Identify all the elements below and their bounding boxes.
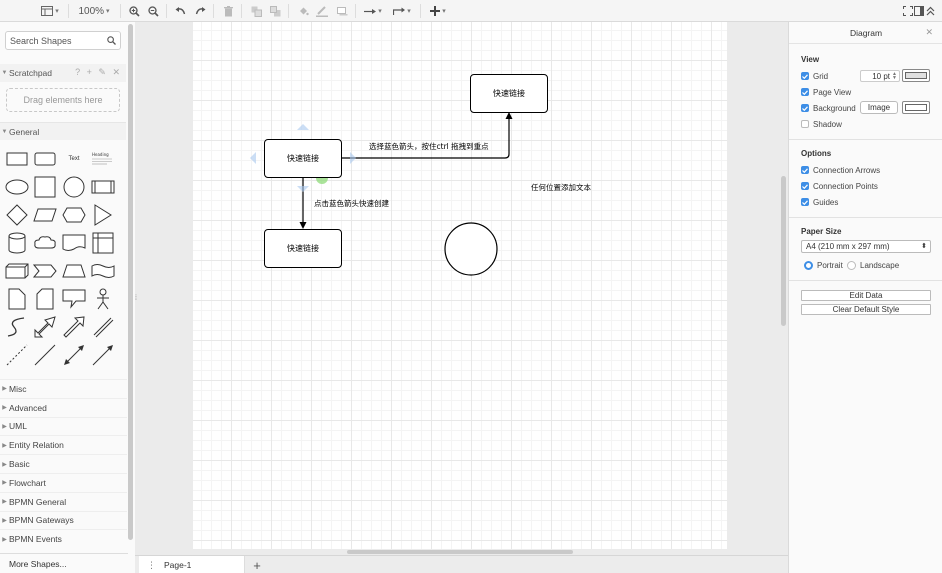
node-label: 快速链接 xyxy=(287,244,319,253)
format-panel: Diagram ✕ View Grid 10 pt ▲ ▼ Page View B… xyxy=(788,22,942,573)
hover-arrow-right-icon[interactable] xyxy=(350,152,356,164)
portrait-option[interactable]: Portrait xyxy=(804,259,843,271)
paper-size-value: A4 (210 mm x 297 mm) xyxy=(806,242,890,251)
edit-data-button[interactable]: Edit Data xyxy=(801,290,931,301)
clear-default-style-button[interactable]: Clear Default Style xyxy=(801,304,931,315)
connection-points-label: Connection Points xyxy=(813,181,878,191)
portrait-label: Portrait xyxy=(817,260,843,270)
landscape-radio[interactable] xyxy=(847,260,856,270)
connection-arrows-option[interactable]: Connection Arrows xyxy=(801,164,880,176)
node-quick-link-selected[interactable]: 快速链接 xyxy=(264,139,342,178)
grid-size-input[interactable]: 10 pt ▲ ▼ xyxy=(860,70,900,82)
hover-arrow-up-icon[interactable] xyxy=(297,124,309,130)
grid-color-swatch[interactable] xyxy=(902,69,930,82)
guides-option[interactable]: Guides xyxy=(801,196,838,208)
shadow-option[interactable]: Shadow xyxy=(801,118,842,130)
options-heading: Options xyxy=(801,149,832,158)
portrait-radio[interactable] xyxy=(804,260,813,270)
page-view-option[interactable]: Page View xyxy=(801,86,851,98)
hover-arrow-left-icon[interactable] xyxy=(250,152,256,164)
connection-points-checkbox[interactable] xyxy=(801,182,809,190)
landscape-option[interactable]: Landscape xyxy=(847,259,899,271)
page-tab-1[interactable]: ⋮ Page-1 xyxy=(139,556,245,573)
paper-size-select[interactable]: A4 (210 mm x 297 mm) ⬍ xyxy=(801,240,931,253)
select-arrows-icon: ⬍ xyxy=(921,243,927,250)
guides-checkbox[interactable] xyxy=(801,198,809,206)
background-color-swatch[interactable] xyxy=(902,101,930,114)
circle-node[interactable] xyxy=(444,222,498,276)
page-tab-label: Page-1 xyxy=(164,560,192,570)
grid-checkbox[interactable] xyxy=(801,72,809,80)
guides-label: Guides xyxy=(813,197,839,207)
connection-arrows-checkbox[interactable] xyxy=(801,166,809,174)
shadow-checkbox[interactable] xyxy=(801,120,809,128)
edge-arrowhead-down xyxy=(299,222,307,229)
edge-arrowhead-up xyxy=(505,112,513,119)
background-checkbox[interactable] xyxy=(801,104,809,112)
view-heading: View xyxy=(801,55,820,64)
page-view-label: Page View xyxy=(813,87,852,97)
page-tabs-bar: ⋮ Page-1 + xyxy=(135,555,788,573)
shadow-label: Shadow xyxy=(813,119,842,129)
stepper-icon[interactable]: ▲ ▼ xyxy=(892,72,897,81)
node-quick-link-top[interactable]: 快速链接 xyxy=(470,74,548,113)
edge-label-right[interactable]: 选择蓝色箭头，按住ctrl 拖拽到重点 xyxy=(369,141,489,152)
edge-right-to-top[interactable] xyxy=(342,118,510,159)
panel-title-text: Diagram xyxy=(849,27,883,38)
page-menu-icon[interactable]: ⋮ xyxy=(147,560,156,571)
connection-arrows-label: Connection Arrows xyxy=(813,165,881,175)
free-text-label[interactable]: 任何位置添加文本 xyxy=(531,182,591,193)
hover-arrow-down-icon[interactable] xyxy=(297,186,309,192)
node-quick-link-bottom[interactable]: 快速链接 xyxy=(264,229,342,268)
paper-size-heading: Paper Size xyxy=(801,227,842,236)
edge-label-down[interactable]: 点击蓝色箭头快速创建 xyxy=(314,198,389,209)
background-label: Background xyxy=(813,103,856,113)
landscape-label: Landscape xyxy=(860,260,900,270)
background-option[interactable]: Background xyxy=(801,102,856,114)
close-icon[interactable]: ✕ xyxy=(925,27,933,38)
canvas-vertical-scrollbar[interactable] xyxy=(781,176,786,326)
add-page-button[interactable]: + xyxy=(248,557,266,573)
connection-points-option[interactable]: Connection Points xyxy=(801,180,878,192)
grid-size-value: 10 pt xyxy=(872,71,890,81)
node-label: 快速链接 xyxy=(287,154,319,163)
grid-label: Grid xyxy=(813,71,829,81)
page-view-checkbox[interactable] xyxy=(801,88,809,96)
canvas-horizontal-scrollbar[interactable] xyxy=(347,550,573,554)
grid-option[interactable]: Grid xyxy=(801,70,828,82)
node-label: 快速链接 xyxy=(493,89,525,98)
image-button[interactable]: Image xyxy=(860,101,898,114)
panel-title: Diagram ✕ xyxy=(789,22,942,44)
